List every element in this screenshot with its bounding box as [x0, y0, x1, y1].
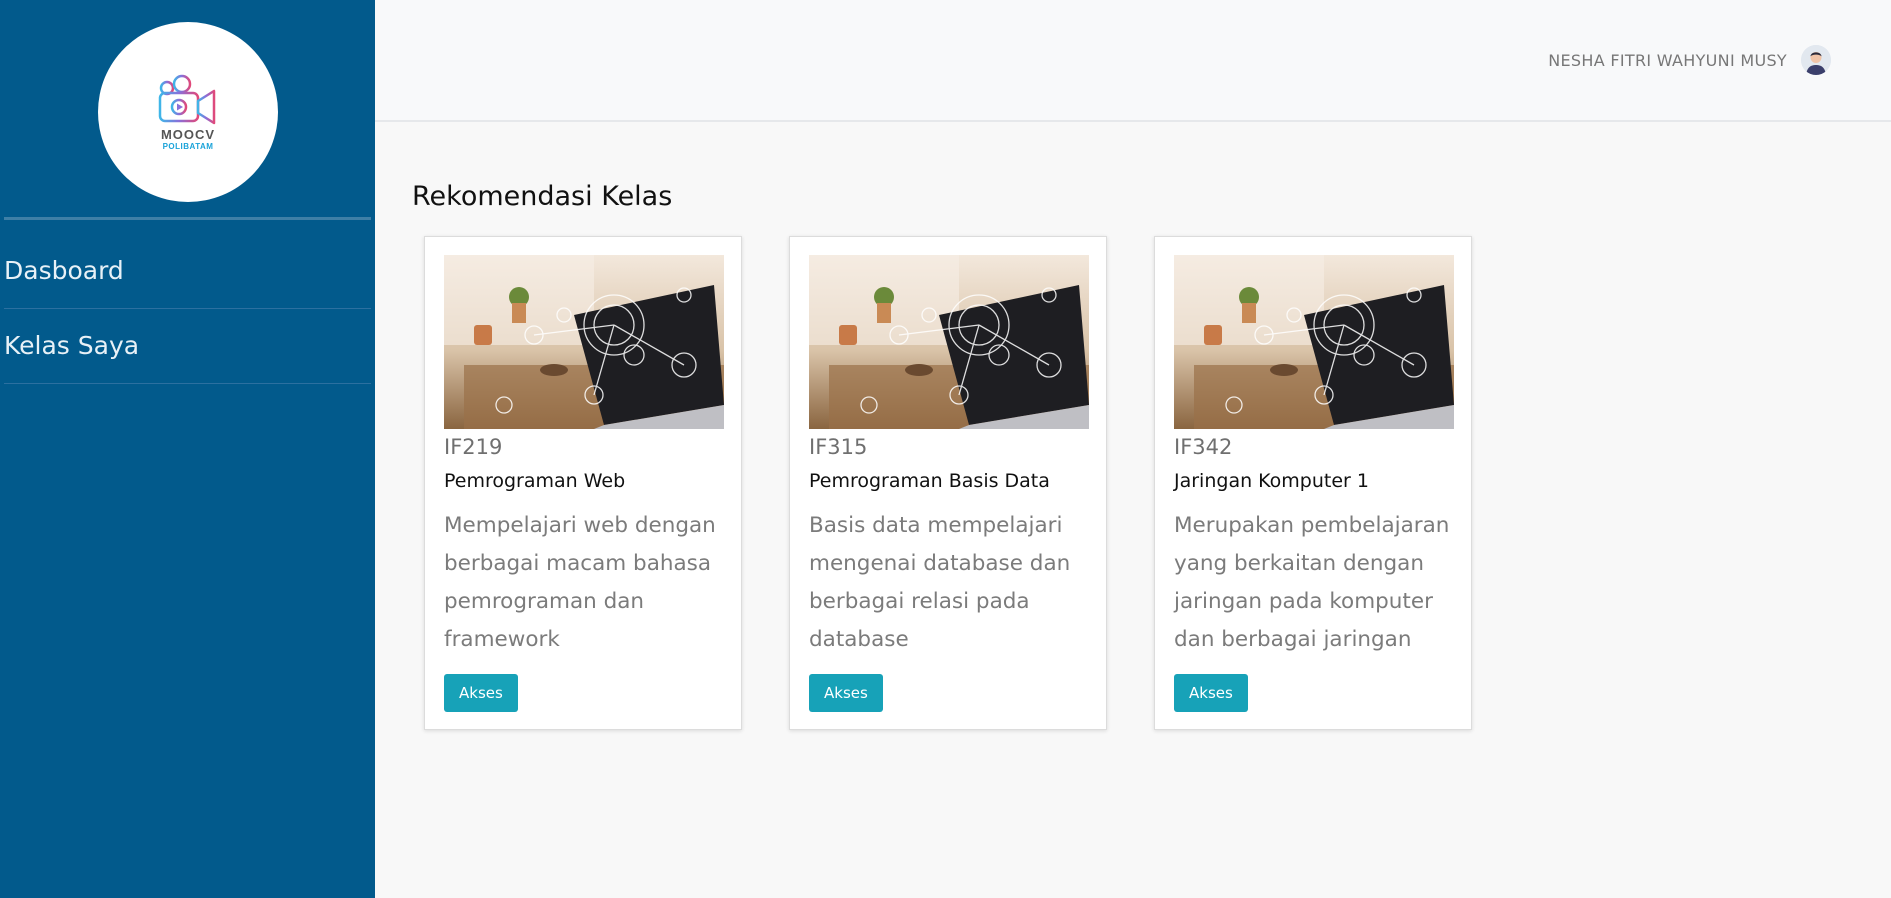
access-button[interactable]: Akses [809, 674, 883, 712]
course-thumbnail [1174, 255, 1454, 429]
course-thumbnail [809, 255, 1089, 429]
course-description: Mempelajari web dengan berbagai macam ba… [444, 513, 716, 652]
course-title: Pemrograman Web [444, 470, 626, 492]
logo-subtext: POLIBATAM [162, 141, 214, 151]
sidebar-item-kelas-saya[interactable]: Kelas Saya [4, 309, 371, 384]
brand-logo[interactable]: MOOCV POLIBATAM [98, 22, 278, 202]
course-card: IF342 Jaringan Komputer 1 Merupakan pemb… [1154, 236, 1472, 730]
course-description: Merupakan pembelajaran yang berkaitan de… [1174, 513, 1450, 652]
sidebar: MOOCV POLIBATAM Dasboard Kelas Saya [0, 0, 375, 898]
course-card: IF315 Pemrograman Basis Data Basis data … [789, 236, 1107, 730]
user-menu[interactable]: NESHA FITRI WAHYUNI MUSY [1548, 45, 1831, 75]
top-header: NESHA FITRI WAHYUNI MUSY [375, 0, 1891, 122]
course-description: Basis data mempelajari mengenai database… [809, 513, 1071, 652]
course-card: IF219 Pemrograman Web Mempelajari web de… [424, 236, 742, 730]
course-code: IF342 [1174, 435, 1233, 459]
user-avatar-icon[interactable] [1801, 45, 1831, 75]
course-code: IF315 [809, 435, 868, 459]
course-title: Jaringan Komputer 1 [1174, 470, 1369, 492]
access-button[interactable]: Akses [1174, 674, 1248, 712]
sidebar-item-dasboard[interactable]: Dasboard [4, 234, 371, 309]
logo-text: MOOCV [160, 126, 216, 142]
user-name: NESHA FITRI WAHYUNI MUSY [1548, 50, 1787, 70]
course-code: IF219 [444, 435, 503, 459]
section-title: Rekomendasi Kelas [412, 181, 673, 212]
access-button[interactable]: Akses [444, 674, 518, 712]
sidebar-divider [4, 217, 371, 220]
video-camera-icon [158, 74, 216, 124]
course-title: Pemrograman Basis Data [809, 470, 1050, 492]
course-thumbnail [444, 255, 724, 429]
